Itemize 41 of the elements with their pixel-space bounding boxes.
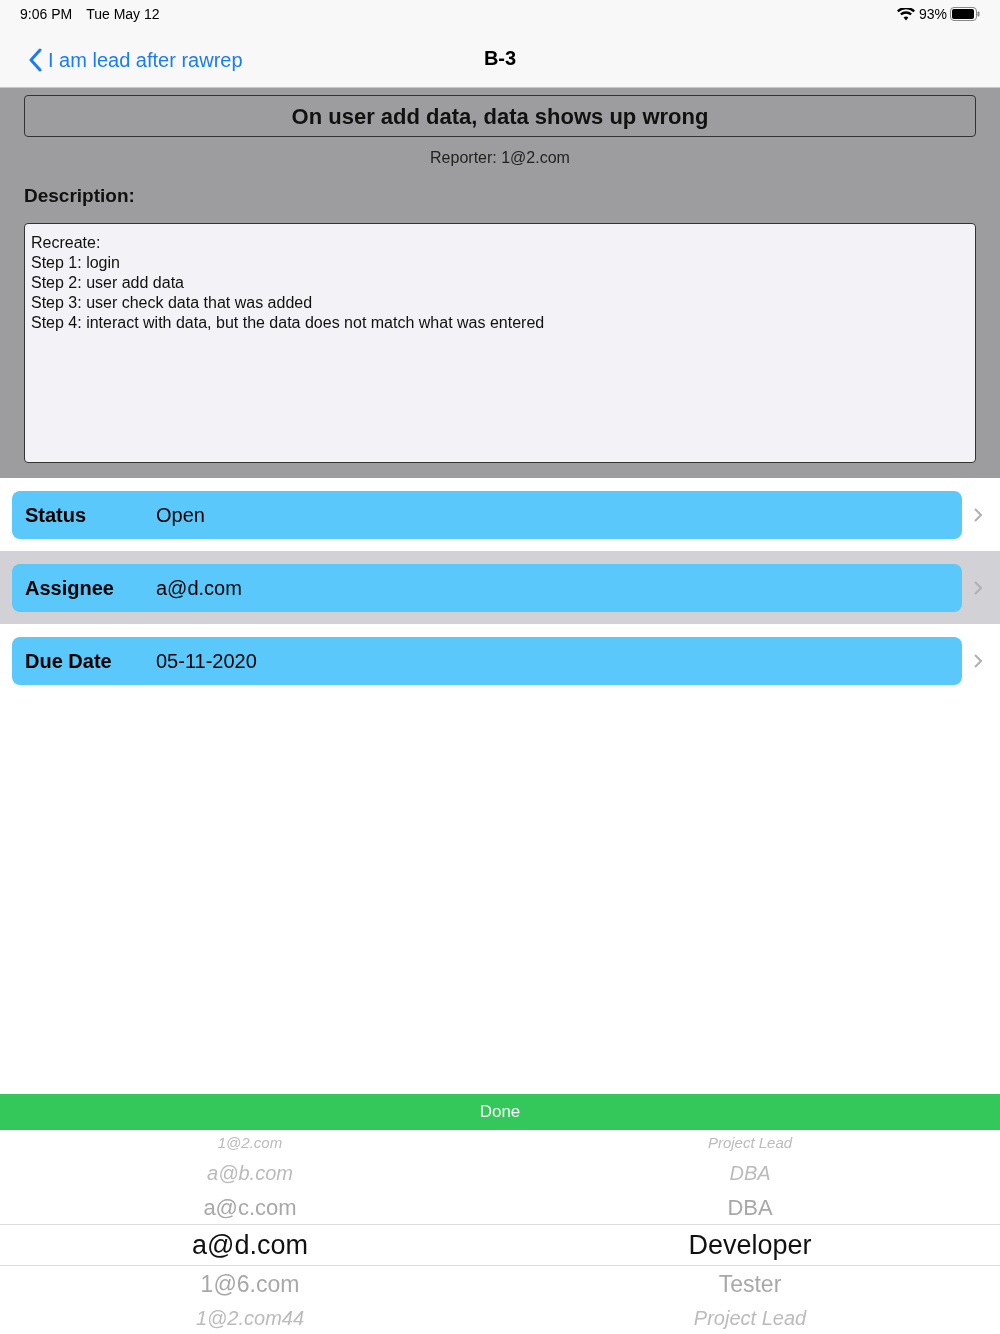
field-value: Open <box>156 502 205 528</box>
chevron-right-icon <box>974 580 982 595</box>
picker-row[interactable]: 1@2.com Project Lead <box>0 1130 1000 1156</box>
field-row[interactable]: Assignee a@d.com <box>0 551 1000 624</box>
chevron-left-icon <box>28 48 42 72</box>
picker-row[interactable]: a@b.com DBA <box>0 1156 1000 1190</box>
picker-email: a@c.com <box>202 1193 298 1222</box>
battery-icon <box>950 7 980 21</box>
chevron-right-icon <box>974 507 982 522</box>
field-value: 05-11-2020 <box>156 648 257 674</box>
picker-row[interactable]: 1@6.com Tester <box>0 1266 1000 1302</box>
picker-row[interactable]: 1@2.com44 Project Lead <box>0 1302 1000 1334</box>
picker-row[interactable]: a@d.com Developer <box>0 1224 1000 1266</box>
picker-row[interactable]: a@c.com DBA <box>0 1190 1000 1224</box>
field-value: a@d.com <box>156 575 242 601</box>
description-label: Description: <box>24 184 136 208</box>
back-button[interactable]: I am lead after rawrep <box>28 45 243 75</box>
field-label: Due Date <box>25 648 113 674</box>
battery-percent: 93% <box>918 4 947 24</box>
picker-role: Project Lead <box>692 1306 808 1331</box>
field-label: Status <box>25 502 88 528</box>
picker-email: 1@2.com <box>216 1132 284 1153</box>
reporter-label: Reporter: 1@2.com <box>429 148 571 168</box>
picker-role: DBA <box>726 1193 774 1222</box>
status-time: 9:06 PM <box>20 4 73 24</box>
chevron-right-icon <box>974 653 982 668</box>
done-button[interactable]: Done <box>0 1094 1000 1130</box>
nav-title: B-3 <box>483 45 517 71</box>
picker-email: 1@2.com44 <box>194 1306 306 1331</box>
picker-email: 1@6.com <box>199 1269 301 1299</box>
wifi-icon <box>896 7 915 21</box>
picker-email: a@d.com <box>191 1228 309 1262</box>
description-field[interactable]: Recreate: Step 1: login Step 2: user add data Step 3: user check data that was added Step 4: interact with data, but the data does not match what was entered <box>24 222 976 463</box>
picker-role: Project Lead <box>706 1132 794 1153</box>
status-date: Tue May 12 <box>86 4 160 24</box>
picker-email: a@b.com <box>206 1161 294 1186</box>
picker-role: DBA <box>728 1161 772 1186</box>
picker-role: Tester <box>717 1269 783 1299</box>
picker-role: Developer <box>687 1228 813 1262</box>
issue-title: On user add data, data shows up wrong <box>24 95 976 137</box>
field-label: Assignee <box>25 575 115 601</box>
